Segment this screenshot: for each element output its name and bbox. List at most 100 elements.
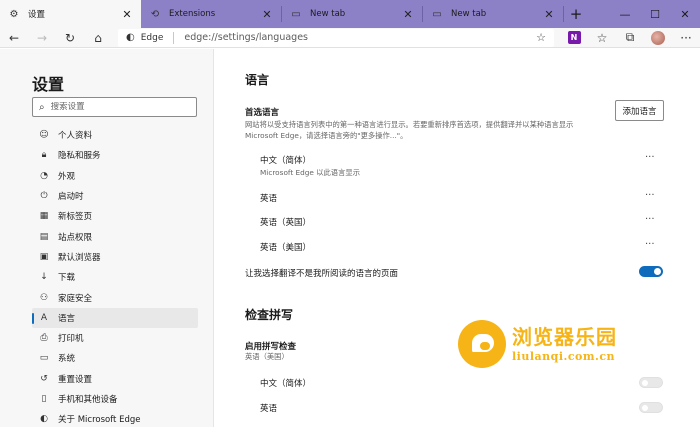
spellcheck-language-toggle[interactable] bbox=[639, 377, 663, 388]
section-title-spellcheck: 检查拼写 bbox=[245, 308, 294, 322]
tab-settings[interactable]: ⚙ 设置 ✕ bbox=[0, 0, 141, 28]
phone-icon: ▯ bbox=[41, 394, 47, 404]
settings-sidebar: 设置 ⌕ ☺ 个人资料 🔒︎ 隐私和服务 ◔ 外观 ⏻ 启动时 ▦ 新标签页 ▤… bbox=[0, 49, 214, 427]
sidebar-nav: ☺ 个人资料 🔒︎ 隐私和服务 ◔ 外观 ⏻ 启动时 ▦ 新标签页 ▤ 站点权限… bbox=[32, 125, 198, 427]
sidebar-item-label: 新标签页 bbox=[58, 212, 93, 223]
more-actions-button[interactable]: ··· bbox=[645, 239, 655, 250]
tab-extensions[interactable]: ⟲ Extensions ✕ bbox=[141, 0, 281, 28]
more-actions-button[interactable]: ··· bbox=[645, 190, 655, 201]
address-bar[interactable]: ◐ Edge edge://settings/languages ☆ bbox=[118, 28, 554, 47]
language-name: 英语 bbox=[260, 194, 278, 204]
appearance-icon: ◔ bbox=[40, 170, 48, 181]
sidebar-item-newtab[interactable]: ▦ 新标签页 bbox=[32, 206, 198, 226]
back-button[interactable]: ← bbox=[0, 28, 28, 48]
sidebar-item-site-permissions[interactable]: ▤ 站点权限 bbox=[32, 226, 198, 246]
onenote-icon: N bbox=[567, 31, 581, 44]
watermark-text-url: liulanqi.com.cn bbox=[512, 349, 616, 363]
sidebar-item-privacy[interactable]: 🔒︎ 隐私和服务 bbox=[32, 145, 198, 165]
sidebar-item-reset[interactable]: ↺ 重置设置 bbox=[32, 369, 198, 389]
watermark-logo-dot bbox=[480, 342, 490, 350]
toggle-knob bbox=[654, 268, 661, 275]
sidebar-title: 设置 bbox=[32, 75, 65, 94]
edge-logo-icon: ◐ bbox=[40, 414, 48, 425]
sidebar-item-family[interactable]: ⚇ 家庭安全 bbox=[32, 287, 198, 307]
forward-button[interactable]: → bbox=[28, 28, 56, 48]
sidebar-item-phone[interactable]: ▯ 手机和其他设备 bbox=[32, 389, 198, 409]
more-actions-button[interactable]: ··· bbox=[645, 214, 655, 225]
profile-button[interactable] bbox=[644, 28, 672, 48]
watermark-text: 浏览器乐园 liulanqi.com.cn bbox=[512, 326, 617, 363]
close-icon[interactable]: ✕ bbox=[543, 8, 555, 21]
spellcheck-language-name: 英语 bbox=[260, 404, 278, 414]
sidebar-item-printers[interactable]: ⎙ 打印机 bbox=[32, 328, 198, 348]
close-window-button[interactable]: ✕ bbox=[670, 0, 700, 28]
close-icon[interactable]: ✕ bbox=[121, 8, 133, 21]
sidebar-item-languages[interactable]: A 语言 bbox=[32, 307, 198, 328]
sidebar-item-appearance[interactable]: ◔ 外观 bbox=[32, 166, 198, 186]
toolbar: ← → ↻ ⌂ ◐ Edge edge://settings/languages… bbox=[0, 28, 700, 48]
sidebar-item-label: 家庭安全 bbox=[58, 293, 93, 304]
sidebar-item-profile[interactable]: ☺ 个人资料 bbox=[32, 125, 198, 145]
avatar bbox=[651, 30, 665, 45]
new-tab-button[interactable]: + bbox=[564, 0, 588, 28]
add-language-button[interactable]: 添加语言 bbox=[615, 100, 664, 121]
settings-content: 语言 首选语言 网站将以受支持语言列表中的第一种语言进行显示。若要重新排序首选项… bbox=[215, 49, 700, 427]
preferred-languages-label: 首选语言 bbox=[245, 108, 280, 118]
edge-logo-icon: ◐ bbox=[126, 32, 135, 43]
spellcheck-language-toggle[interactable] bbox=[639, 402, 663, 413]
newtab-icon: ▦ bbox=[39, 211, 49, 222]
favorites-button[interactable]: ☆ bbox=[588, 28, 616, 48]
close-icon[interactable]: ✕ bbox=[402, 8, 414, 21]
language-name: 英语（英国） bbox=[260, 218, 312, 228]
watermark-logo-icon bbox=[458, 320, 506, 368]
search-box[interactable]: ⌕ bbox=[32, 97, 197, 117]
onenote-extension-button[interactable]: N bbox=[560, 28, 588, 48]
download-icon: ↓ bbox=[40, 272, 48, 283]
section-title-languages: 语言 bbox=[245, 73, 270, 87]
address-separator bbox=[173, 31, 175, 44]
sidebar-item-label: 启动时 bbox=[58, 192, 84, 203]
sidebar-item-label: 下载 bbox=[58, 273, 76, 284]
spellcheck-enable-subtext: 英语（美国） bbox=[245, 352, 289, 361]
sidebar-item-label: 手机和其他设备 bbox=[58, 395, 118, 405]
sidebar-item-label: 隐私和服务 bbox=[58, 151, 101, 162]
toggle-knob bbox=[642, 405, 648, 411]
window-controls: — ☐ ✕ bbox=[610, 0, 700, 28]
language-subtext: Microsoft Edge 以此语言显示 bbox=[260, 168, 360, 177]
more-actions-button[interactable]: ··· bbox=[645, 152, 655, 163]
language-icon: A bbox=[40, 312, 48, 323]
spellcheck-language-name: 中文（简体） bbox=[260, 379, 312, 389]
maximize-button[interactable]: ☐ bbox=[640, 0, 670, 28]
sidebar-item-label: 系统 bbox=[58, 354, 76, 365]
site-permissions-icon: ▤ bbox=[39, 231, 49, 242]
minimize-button[interactable]: — bbox=[610, 0, 640, 28]
sidebar-item-label: 语言 bbox=[58, 313, 76, 324]
translate-offer-toggle[interactable] bbox=[639, 266, 663, 277]
site-label: Edge bbox=[140, 32, 164, 43]
home-button[interactable]: ⌂ bbox=[84, 28, 112, 48]
extensions-icon: ⟲ bbox=[150, 8, 160, 20]
gear-icon: ⚙ bbox=[9, 8, 19, 20]
search-input[interactable] bbox=[50, 102, 181, 112]
collections-button[interactable]: ⧉ bbox=[616, 28, 644, 48]
sidebar-item-label: 个人资料 bbox=[58, 131, 93, 142]
close-icon[interactable]: ✕ bbox=[261, 8, 273, 21]
site-identity[interactable]: ◐ Edge bbox=[126, 32, 163, 43]
sidebar-item-default-browser[interactable]: ▣ 默认浏览器 bbox=[32, 247, 198, 267]
tab-strip: ⚙ 设置 ✕ ⟲ Extensions ✕ ▭ New tab ✕ ▭ New … bbox=[0, 0, 700, 28]
tab-new-tab-2[interactable]: ▭ New tab ✕ bbox=[423, 0, 563, 28]
reset-icon: ↺ bbox=[40, 373, 48, 384]
tab-new-tab-1[interactable]: ▭ New tab ✕ bbox=[282, 0, 422, 28]
sidebar-item-system[interactable]: ▭ 系统 bbox=[32, 348, 198, 368]
sidebar-item-about[interactable]: ◐ 关于 Microsoft Edge bbox=[32, 409, 198, 427]
refresh-button[interactable]: ↻ bbox=[56, 28, 84, 48]
preferred-languages-desc-line1: 网站将以受支持语言列表中的第一种语言进行显示。若要重新排序首选项，提供翻译并以某… bbox=[245, 120, 574, 129]
sidebar-item-label: 关于 Microsoft Edge bbox=[58, 415, 141, 426]
favorite-star-icon[interactable]: ☆ bbox=[536, 31, 546, 44]
sidebar-item-label: 重置设置 bbox=[58, 374, 93, 385]
sidebar-item-startup[interactable]: ⏻ 启动时 bbox=[32, 186, 198, 206]
more-menu-button[interactable]: ··· bbox=[672, 28, 700, 48]
sidebar-item-downloads[interactable]: ↓ 下载 bbox=[32, 267, 198, 287]
language-name: 中文（简体） bbox=[260, 156, 312, 166]
url-text[interactable]: edge://settings/languages bbox=[184, 32, 536, 43]
